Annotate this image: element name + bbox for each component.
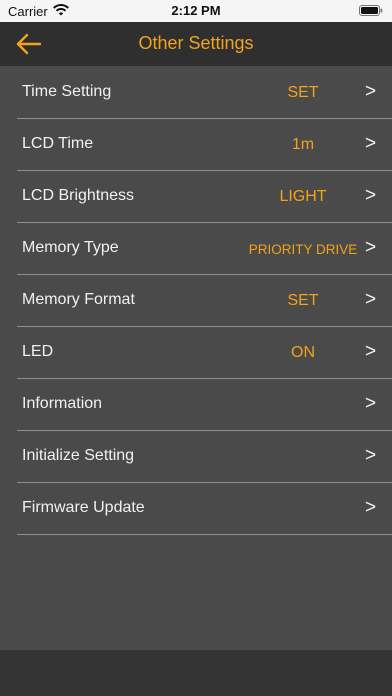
chevron-right-icon: > (365, 497, 377, 518)
setting-value: ON (291, 344, 315, 361)
chevron-right-icon: > (365, 237, 377, 258)
page-title: Other Settings (138, 33, 254, 53)
status-bar: Carrier 2:12 PM (0, 0, 392, 22)
setting-value: SET (287, 84, 319, 101)
setting-label: Time Setting (22, 83, 112, 100)
setting-value: SET (287, 292, 319, 309)
battery-icon (359, 5, 383, 16)
setting-value: 1m (291, 136, 315, 153)
setting-row-lcd-time[interactable]: LCD Time 1m > (17, 119, 392, 171)
chevron-right-icon: > (365, 133, 377, 154)
setting-label: LED (22, 343, 54, 360)
setting-label: Memory Format (22, 291, 135, 308)
setting-row-initialize-setting[interactable]: Initialize Setting > (17, 431, 392, 483)
setting-row-lcd-brightness[interactable]: LCD Brightness LIGHT > (17, 171, 392, 223)
chevron-right-icon: > (365, 393, 377, 414)
bottom-bar (0, 650, 392, 696)
chevron-right-icon: > (365, 185, 377, 206)
setting-label: Information (22, 395, 103, 412)
setting-row-information[interactable]: Information > (17, 379, 392, 431)
chevron-right-icon: > (365, 341, 377, 362)
status-time: 2:12 PM (171, 3, 221, 18)
setting-label: Memory Type (22, 239, 119, 256)
setting-row-time-setting[interactable]: Time Setting SET > (17, 67, 392, 119)
chevron-right-icon: > (365, 445, 377, 466)
setting-label: Initialize Setting (22, 447, 135, 464)
setting-label: Firmware Update (22, 499, 145, 516)
setting-value: PRIORITY DRIVE (248, 242, 358, 257)
chevron-right-icon: > (365, 289, 377, 310)
setting-row-led[interactable]: LED ON > (17, 327, 392, 379)
chevron-right-icon: > (365, 81, 377, 102)
setting-row-firmware-update[interactable]: Firmware Update > (17, 483, 392, 535)
navigation-bar: Other Settings (0, 22, 392, 66)
setting-label: LCD Brightness (22, 187, 135, 204)
setting-row-memory-format[interactable]: Memory Format SET > (17, 275, 392, 327)
settings-content: Time Setting SET > LCD Time 1m > LCD Bri… (0, 66, 392, 650)
setting-row-memory-type[interactable]: Memory Type PRIORITY DRIVE > (17, 223, 392, 275)
setting-label: LCD Time (22, 135, 94, 152)
setting-value: LIGHT (279, 188, 327, 205)
settings-list: Time Setting SET > LCD Time 1m > LCD Bri… (17, 67, 392, 535)
